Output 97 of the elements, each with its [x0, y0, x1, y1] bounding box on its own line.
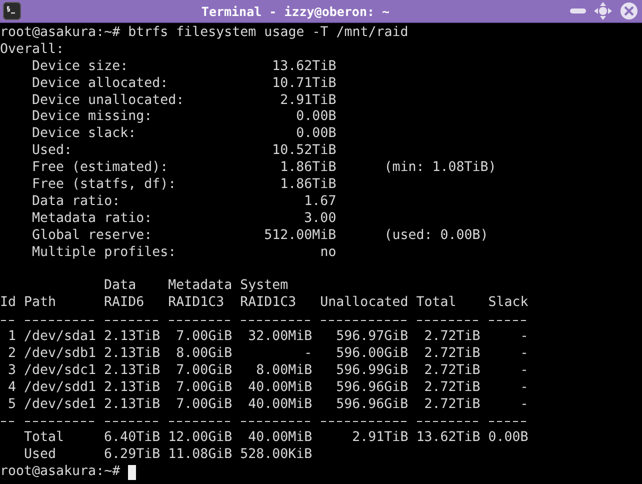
column-header: Id — [0, 295, 16, 312]
shell-prompt: root@asakura:~# — [0, 464, 120, 482]
move-icon[interactable] — [594, 2, 612, 20]
column-header: RAID1C3 — [168, 295, 226, 312]
stat-label: Metadata ratio: — [32, 210, 154, 228]
close-icon[interactable] — [620, 2, 638, 20]
stat-label: Device slack: — [32, 126, 138, 144]
window-title: Terminal - izzy@oberon: ~ — [200, 4, 391, 18]
table-cell: 0.00B — [488, 430, 528, 448]
table-cell-text: 32.00MiB — [247, 329, 312, 346]
summary-label: Total — [24, 430, 66, 448]
stat-label: Device unallocated: — [32, 92, 186, 110]
stat-value: 1.86TiB — [279, 177, 336, 194]
stat-label: Used: — [32, 143, 74, 160]
table-cell: 12.00GiB — [168, 430, 232, 448]
stat-value: 512.00MiB — [263, 228, 336, 245]
table-cell-text: 2.72TiB — [423, 396, 480, 414]
table-cell-text: 2.91TiB — [351, 430, 408, 448]
stat-value: 2.91TiB — [279, 92, 336, 110]
table-cell-text: 1 — [6, 329, 16, 346]
table-cell-text: 7.00GiB — [175, 380, 232, 397]
table-cell-text: - — [519, 362, 528, 380]
stat-label: Device allocated: — [32, 76, 170, 93]
table-cell-text: 8.00MiB — [255, 362, 312, 380]
table-cell-text: 7.00GiB — [175, 329, 232, 346]
stat-label: Multiple profiles: — [32, 244, 178, 262]
table-cell-text: 7.00GiB — [175, 362, 232, 380]
table-cell: 2.13TiB — [104, 346, 160, 363]
table-cell: 528.00KiB — [240, 447, 312, 464]
stat-value: no — [319, 244, 336, 262]
stat-value: 3.00 — [303, 210, 336, 228]
table-cell-text: 3 — [6, 362, 16, 380]
table-cell: /dev/sda1 — [24, 329, 96, 346]
table-cell-text: 40.00MiB — [247, 396, 312, 414]
table-cell: /dev/sdc1 — [24, 362, 96, 380]
table-cell-text: 2.72TiB — [423, 380, 480, 397]
table-cell-text: 2.72TiB — [423, 362, 480, 380]
table-cell: 2.13TiB — [104, 329, 160, 346]
stat-label: Global reserve: — [32, 228, 154, 245]
terminal-icon — [3, 2, 21, 20]
column-group-header: Data — [104, 278, 138, 296]
column-header: Slack — [488, 295, 528, 312]
stat-value: 0.00B — [295, 109, 336, 126]
command-text: btrfs filesystem usage -T /mnt/raid — [128, 25, 408, 42]
stat-value: 1.67 — [303, 194, 336, 211]
table-cell-text: - — [519, 396, 528, 414]
section-heading: Overall: — [0, 42, 66, 59]
column-header: Unallocated — [320, 295, 408, 312]
table-cell-text: 2.72TiB — [423, 346, 480, 363]
table-cell: 2.13TiB — [104, 380, 160, 397]
minimize-icon[interactable] — [570, 8, 586, 14]
table-cell-text: 596.99GiB — [335, 362, 408, 380]
table-cell-text: 8.00GiB — [175, 346, 232, 363]
table-cell: /dev/sdb1 — [24, 346, 96, 363]
stat-value: 10.71TiB — [271, 76, 336, 93]
column-group-header: Metadata — [168, 278, 232, 296]
table-cell: /dev/sde1 — [24, 396, 96, 414]
stat-value: 13.62TiB — [271, 58, 336, 76]
table-cell: /dev/sdd1 — [24, 380, 96, 397]
stat-label: Device size: — [32, 58, 130, 76]
table-cell: 2.13TiB — [104, 396, 160, 414]
table-cell-text: 2.72TiB — [423, 329, 480, 346]
column-header: Total — [416, 295, 458, 312]
table-cell-text: 596.00GiB — [335, 346, 408, 363]
table-cell-text: 7.00GiB — [175, 396, 232, 414]
column-group-header: System — [240, 278, 290, 296]
stat-value: 10.52TiB — [271, 143, 336, 160]
table-cell-text: - — [519, 346, 528, 363]
stat-label: Data ratio: — [32, 194, 122, 211]
table-cell: 11.08GiB — [168, 447, 232, 464]
table-cell-text: 596.97GiB — [335, 329, 408, 346]
table-cell: 2.13TiB — [104, 362, 160, 380]
table-cell-text: - — [303, 346, 312, 363]
shell-prompt: root@asakura:~# — [0, 25, 120, 42]
table-cell-text: 40.00MiB — [247, 380, 312, 397]
table-cell-text: 2 — [6, 346, 16, 363]
table-cell: 13.62TiB — [416, 430, 480, 448]
stat-label: Free (estimated): — [32, 160, 170, 178]
table-cell-text: - — [519, 329, 528, 346]
table-cell-text: 5 — [6, 396, 16, 414]
table-cell-text: 596.96GiB — [335, 380, 408, 397]
stat-value: 0.00B — [295, 126, 336, 144]
column-header: Path — [24, 295, 58, 312]
stat-value: 1.86TiB — [279, 160, 336, 178]
table-cell: 6.29TiB — [104, 447, 160, 464]
table-cell-text: 596.96GiB — [335, 396, 408, 414]
stat-label: Free (statfs, df): — [32, 177, 178, 194]
stat-label: Device missing: — [32, 109, 154, 126]
stat-note: (used: 0.00B) — [384, 228, 490, 245]
column-header: RAID1C3 — [240, 295, 298, 312]
table-cell-text: 4 — [6, 380, 16, 397]
table-cell-text: 40.00MiB — [247, 430, 312, 448]
stat-note: (min: 1.08TiB) — [384, 160, 498, 178]
table-cell: 6.40TiB — [104, 430, 160, 448]
summary-label: Used — [24, 447, 58, 464]
table-cell-text: - — [519, 380, 528, 397]
column-header: RAID6 — [104, 295, 146, 312]
